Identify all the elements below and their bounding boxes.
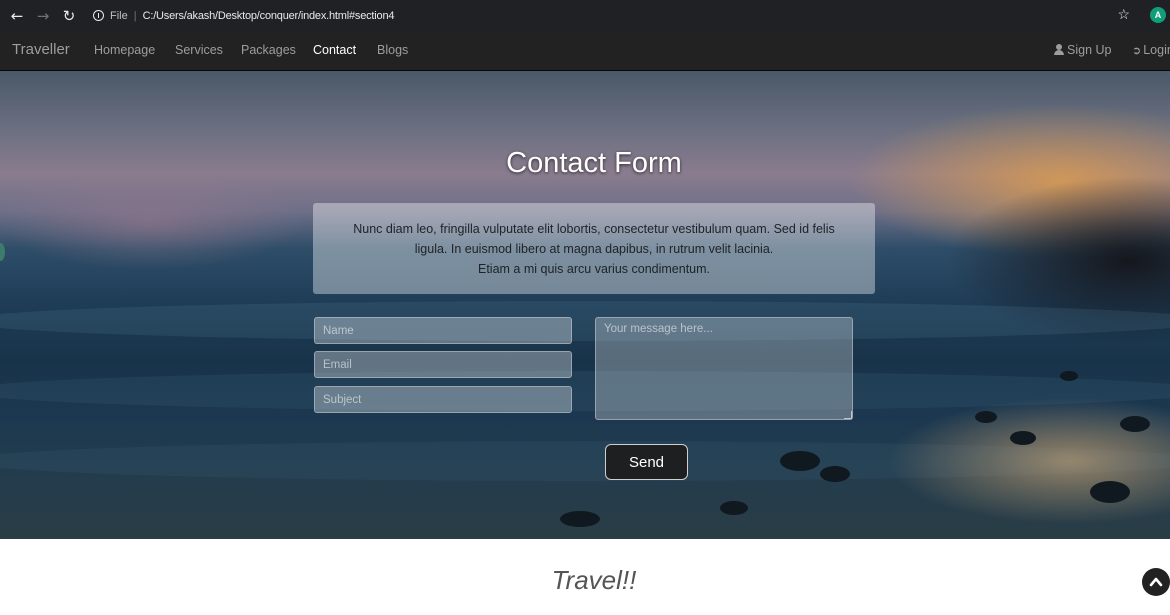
info-icon[interactable]	[93, 10, 104, 21]
contact-intro-text: Nunc diam leo, fringilla vulputate elit …	[353, 222, 835, 256]
background-rock	[975, 411, 997, 423]
nav-link-contact[interactable]: Contact	[313, 43, 356, 57]
contact-intro-box: Nunc diam leo, fringilla vulputate elit …	[313, 203, 875, 294]
message-textarea[interactable]	[595, 317, 853, 420]
scroll-to-top-button[interactable]	[1142, 568, 1170, 596]
background-rock	[560, 511, 600, 527]
address-separator: |	[133, 9, 137, 22]
forward-arrow-icon[interactable]: →	[32, 5, 54, 27]
reload-icon[interactable]: ↻	[58, 5, 80, 27]
background-rock	[720, 501, 748, 515]
site-navbar: Traveller Homepage Services Packages Con…	[0, 31, 1170, 71]
address-url[interactable]: C:/Users/akash/Desktop/conquer/index.htm…	[143, 10, 395, 22]
textarea-resize-handle[interactable]	[844, 411, 852, 419]
browser-toolbar: ← → ↻ File | C:/Users/akash/Desktop/conq…	[0, 0, 1170, 31]
travel-heading: Travel!!	[551, 565, 637, 595]
profile-avatar[interactable]: A	[1150, 7, 1166, 23]
back-arrow-icon[interactable]: ←	[6, 5, 28, 27]
nav-link-packages[interactable]: Packages	[241, 43, 296, 57]
nav-link-services[interactable]: Services	[175, 43, 223, 57]
star-icon[interactable]: ☆	[1117, 6, 1130, 23]
background-rock	[1010, 431, 1036, 445]
contact-intro-text-2: Etiam a mi quis arcu varius condimentum.	[477, 262, 711, 276]
address-bar[interactable]: File | C:/Users/akash/Desktop/conquer/in…	[86, 4, 1142, 27]
background-rock	[820, 466, 850, 482]
signup-link[interactable]: Sign Up	[1054, 43, 1111, 57]
background-rock	[1060, 371, 1078, 381]
chevron-up-icon	[1149, 577, 1163, 587]
background-rock	[1120, 416, 1150, 432]
send-button[interactable]: Send	[605, 444, 688, 480]
background-wave	[0, 441, 1170, 481]
nav-link-blogs[interactable]: Blogs	[377, 43, 408, 57]
name-input[interactable]	[314, 317, 572, 344]
background-wave	[0, 371, 1170, 411]
email-input[interactable]	[314, 351, 572, 378]
hero-edge-indicator	[0, 243, 5, 261]
login-link[interactable]: ➲Login	[1132, 43, 1170, 57]
signup-label: Sign Up	[1067, 43, 1112, 57]
login-icon: ➲	[1132, 45, 1142, 57]
subject-input[interactable]	[314, 386, 572, 413]
background-wave	[0, 301, 1170, 341]
contact-form-title: Contact Form	[506, 147, 682, 179]
user-icon	[1054, 44, 1064, 55]
contact-section: Contact Form Nunc diam leo, fringilla vu…	[0, 71, 1170, 539]
background-rock	[1090, 481, 1130, 503]
address-scheme-label: File	[110, 9, 128, 22]
login-label: Login	[1143, 43, 1170, 57]
nav-link-homepage[interactable]: Homepage	[94, 43, 155, 57]
brand-logo[interactable]: Traveller	[12, 41, 70, 58]
background-rock	[780, 451, 820, 471]
